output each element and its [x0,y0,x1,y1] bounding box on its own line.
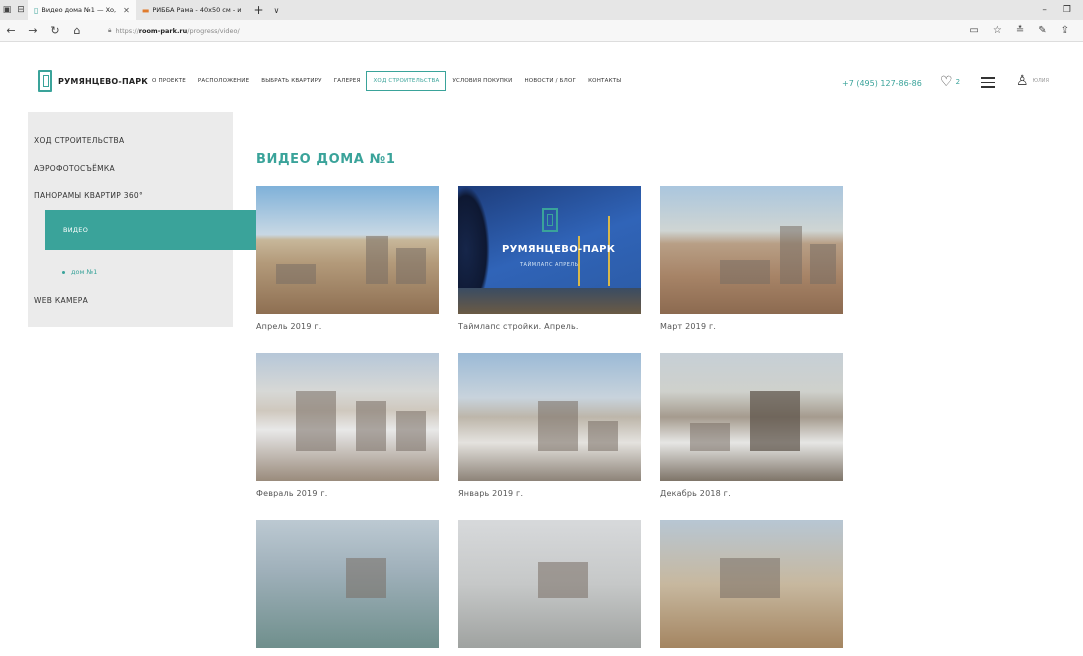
minimize-icon[interactable]: – [1042,5,1047,15]
user-account-button[interactable]: ♙ ЮЛИЯ [1016,74,1049,88]
sidebar-subitem-house1[interactable]: дом №1 [62,268,97,276]
nav-contacts[interactable]: КОНТАКТЫ [582,71,627,91]
notes-icon[interactable]: ✎ [1038,25,1046,36]
ikea-favicon-icon: ▬ [141,5,150,15]
favorites-button[interactable]: ♡ 2 [940,75,960,89]
video-thumbnail[interactable] [256,186,439,314]
video-caption[interactable]: Таймлапс стройки. Апрель. [458,322,641,331]
video-card[interactable]: Март 2019 г. [660,186,843,331]
sidebar-item-video[interactable]: ВИДЕО ‹ [45,210,284,250]
video-thumbnail[interactable] [660,520,843,648]
browser-tab-bar: ▣ ⊟ ▯ Видео дома №1 — Хо, ✕ ▬ РИББА Рама… [0,0,1083,20]
site-logo[interactable]: РУМЯНЦЕВО-ПАРК [38,70,148,92]
video-thumbnail[interactable] [458,520,641,648]
tab-ikea[interactable]: ▬ РИББА Рама - 40x50 см - и [136,0,248,20]
back-icon[interactable]: ← [0,24,22,37]
video-card[interactable]: Апрель 2019 г. [256,186,439,331]
url-host: room-park.ru [138,26,188,35]
nav-gallery[interactable]: ГАЛЕРЕЯ [328,71,367,91]
sidebar-item-construction[interactable]: ХОД СТРОИТЕЛЬСТВА [34,136,124,145]
nav-location[interactable]: РАСПОЛОЖЕНИЕ [192,71,255,91]
refresh-icon[interactable]: ↻ [44,24,66,37]
video-caption[interactable]: Апрель 2019 г. [256,322,439,331]
hamburger-menu-icon[interactable] [981,77,995,91]
home-icon[interactable]: ⌂ [66,24,88,37]
sidebar-subitem-label: дом №1 [71,268,98,276]
video-card[interactable]: Январь 2019 г. [458,353,641,498]
video-thumbnail[interactable] [256,353,439,481]
favorite-star-icon[interactable]: ☆ [993,25,1002,36]
nav-news[interactable]: НОВОСТИ / БЛОГ [518,71,582,91]
video-card[interactable] [458,520,641,656]
page-title: ВИДЕО ДОМА №1 [256,152,396,167]
video-thumbnail[interactable] [256,520,439,648]
sidebar-item-panoramas[interactable]: ПАНОРАМЫ КВАРТИР 360° [34,191,143,200]
url-path: /progress/video/ [187,26,240,35]
nav-purchase-terms[interactable]: УСЛОВИЯ ПОКУПКИ [446,71,518,91]
video-thumbnail[interactable] [458,353,641,481]
tab-list-icon[interactable]: ∨ [270,6,284,15]
video-thumbnail[interactable] [660,353,843,481]
logo-text: РУМЯНЦЕВО-ПАРК [58,76,149,86]
share-icon[interactable]: ⇪ [1061,25,1069,36]
sidebar-item-webcam[interactable]: WEB КАМЕРА [34,296,88,305]
tab-title: Видео дома №1 — Хо, [41,6,117,14]
video-card[interactable]: РУМЯНЦЕВО-ПАРК ТАЙМЛАПС АПРЕЛЬ Таймлапс … [458,186,641,331]
promo-subtitle: ТАЙМЛАПС АПРЕЛЬ [520,262,579,268]
main-nav: О ПРОЕКТЕ РАСПОЛОЖЕНИЕ ВЫБРАТЬ КВАРТИРУ … [146,71,627,91]
reading-view-icon[interactable]: ▭ [969,25,978,36]
video-thumbnail[interactable] [660,186,843,314]
video-card[interactable] [256,520,439,656]
restore-icon[interactable]: ❐ [1063,5,1071,15]
video-caption[interactable]: Март 2019 г. [660,322,843,331]
close-tab-icon[interactable]: ✕ [123,6,130,15]
sidebar-item-aerial[interactable]: АЭРОФОТОСЪЁМКА [34,164,115,173]
address-bar: ← → ↻ ⌂ 🔒︎ https://room-park.ru/progress… [0,20,1083,42]
url-prefix: https:// [115,26,139,35]
user-icon: ♙ [1016,73,1029,89]
site-favicon-icon: ▯ [34,5,39,15]
heart-icon: ♡ [940,74,953,90]
promo-logo-icon [542,208,558,232]
forward-icon[interactable]: → [22,24,44,37]
video-caption[interactable]: Январь 2019 г. [458,489,641,498]
favorites-hub-icon[interactable]: ≛ [1016,25,1024,36]
video-card[interactable]: Декабрь 2018 г. [660,353,843,498]
video-card[interactable]: Февраль 2019 г. [256,353,439,498]
favorites-count: 2 [955,78,961,86]
nav-choose-flat[interactable]: ВЫБРАТЬ КВАРТИРУ [255,71,327,91]
user-name: ЮЛИЯ [1032,78,1049,84]
tab-actions-icon[interactable]: ⊟ [14,3,28,17]
new-tab-icon[interactable]: + [247,3,269,17]
bullet-icon [62,270,65,274]
window-menu-icon[interactable]: ▣ [0,3,14,17]
nav-construction[interactable]: ХОД СТРОИТЕЛЬСТВА [366,71,447,91]
tab-video-page[interactable]: ▯ Видео дома №1 — Хо, ✕ [28,0,136,20]
video-caption[interactable]: Февраль 2019 г. [256,489,439,498]
logo-mark-icon [38,70,52,92]
video-thumbnail[interactable]: РУМЯНЦЕВО-ПАРК ТАЙМЛАПС АПРЕЛЬ [458,186,641,314]
video-caption[interactable]: Декабрь 2018 г. [660,489,843,498]
tab-title: РИББА Рама - 40x50 см - и [152,6,242,14]
promo-title: РУМЯНЦЕВО-ПАРК [502,244,616,255]
sidebar-item-label: ВИДЕО [63,226,89,234]
video-card[interactable] [660,520,843,656]
nav-about[interactable]: О ПРОЕКТЕ [146,71,192,91]
phone-link[interactable]: +7 (495) 127-86-86 [842,79,922,88]
lock-icon: 🔒︎ [108,26,112,34]
url-field[interactable]: 🔒︎ https://room-park.ru/progress/video/ [108,26,240,35]
